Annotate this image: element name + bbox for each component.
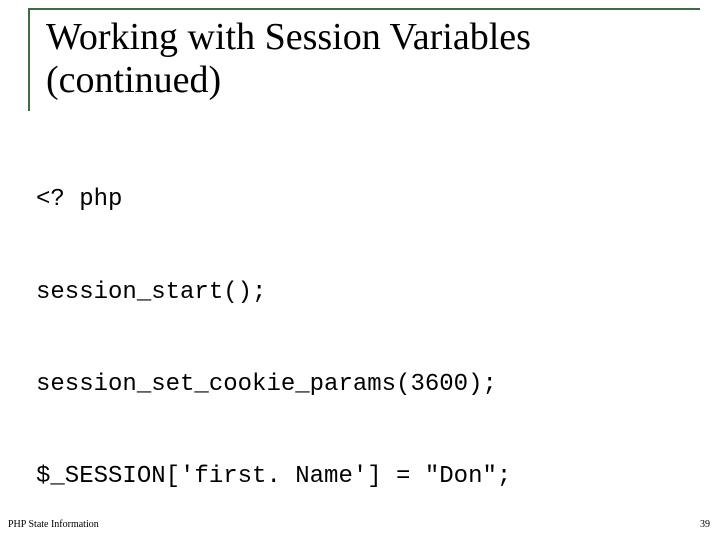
code-line: <? php xyxy=(36,185,696,216)
footer-text: PHP State Information xyxy=(8,519,99,530)
slide-title: Working with Session Variables (continue… xyxy=(46,16,700,101)
page-number: 39 xyxy=(700,519,710,530)
code-line: session_set_cookie_params(3600); xyxy=(36,370,696,401)
slide: Working with Session Variables (continue… xyxy=(0,0,720,540)
title-container: Working with Session Variables (continue… xyxy=(28,8,700,111)
code-block: <? php session_start(); session_set_cook… xyxy=(36,124,696,540)
code-line: session_start(); xyxy=(36,278,696,309)
code-line: $_SESSION['first. Name'] = "Don"; xyxy=(36,462,696,493)
